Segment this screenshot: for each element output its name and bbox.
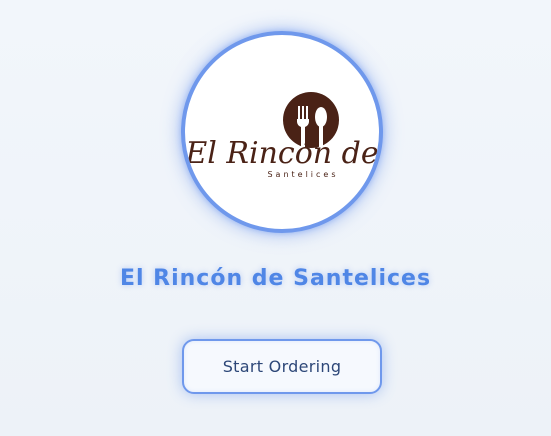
logo-script-text: El Rincón de — [185, 136, 379, 171]
logo-graphic: El Rincón de Santelices — [185, 92, 379, 179]
splash-screen: El Rincón de Santelices El Rincón de San… — [0, 0, 551, 436]
start-ordering-button[interactable]: Start Ordering — [182, 339, 382, 394]
restaurant-title: El Rincón de Santelices — [119, 266, 432, 291]
start-ordering-label: Start Ordering — [222, 357, 342, 376]
logo-sub-text: Santelices — [267, 170, 338, 179]
restaurant-logo: El Rincón de Santelices — [181, 31, 383, 233]
